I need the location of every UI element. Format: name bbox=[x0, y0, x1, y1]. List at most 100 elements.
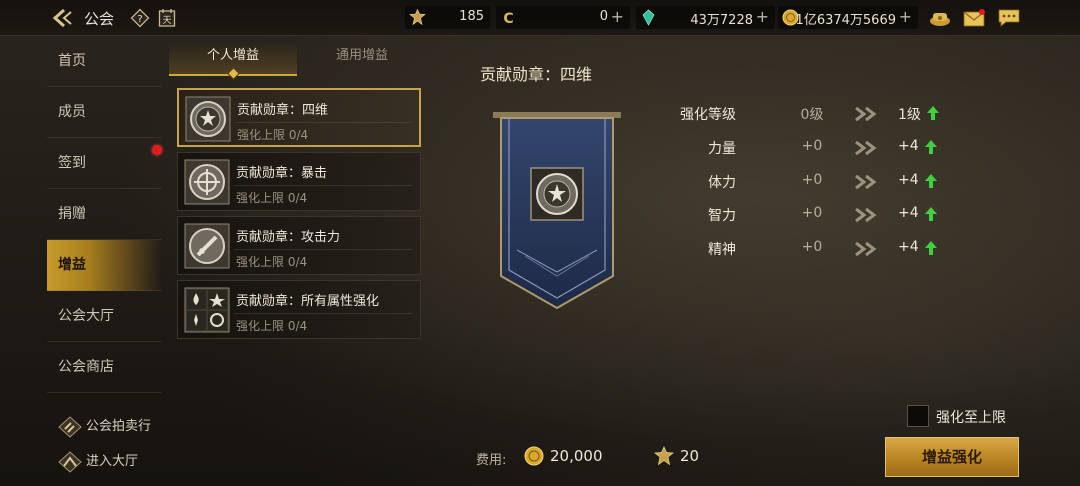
buff-limit: 强化上限 0/4 bbox=[236, 319, 308, 333]
buff-name: 贡献勋章：攻击力 bbox=[236, 230, 341, 245]
mail-badge bbox=[979, 9, 985, 15]
stat-row-vitality: 体力 +0 +4 bbox=[680, 170, 960, 194]
gold-coin-icon bbox=[524, 446, 544, 466]
auction-icon bbox=[58, 416, 82, 438]
up-arrow-icon bbox=[927, 106, 939, 120]
gold-resource: 1亿6374万5669 + bbox=[778, 6, 918, 29]
stat-row-intelligence: 智力 +0 +4 bbox=[680, 203, 960, 227]
sidebar-item-home[interactable]: 首页 bbox=[47, 36, 162, 87]
max-level-checkbox[interactable] bbox=[907, 405, 929, 427]
stat-row-spirit: 精神 +0 +4 bbox=[680, 237, 960, 261]
stat-next: +4 bbox=[898, 172, 919, 188]
stat-current: +0 bbox=[801, 172, 823, 188]
stat-next: +4 bbox=[898, 239, 919, 255]
tab-general-buff[interactable]: 通用增益 bbox=[298, 42, 426, 76]
svg-text:天: 天 bbox=[162, 16, 171, 26]
medal-icon bbox=[654, 446, 674, 466]
sidebar-item-buff[interactable]: 增益 bbox=[47, 240, 162, 291]
stat-next: +4 bbox=[898, 205, 919, 221]
page-title: 公会 bbox=[84, 10, 115, 28]
divider bbox=[234, 185, 412, 186]
buff-item-attack[interactable]: 贡献勋章：攻击力 强化上限 0/4 bbox=[177, 216, 421, 275]
double-chevron-icon bbox=[855, 140, 877, 156]
stat-label: 精神 bbox=[708, 242, 736, 258]
double-chevron-icon bbox=[855, 174, 877, 190]
sidebar-item-members[interactable]: 成员 bbox=[47, 87, 162, 138]
medal-resource: 185 bbox=[405, 6, 490, 29]
currency-c-resource: C 0 + bbox=[496, 6, 630, 29]
stat-current: +0 bbox=[801, 138, 823, 154]
svg-text:C: C bbox=[503, 11, 513, 26]
up-arrow-icon bbox=[925, 140, 937, 154]
stat-label: 强化等级 bbox=[680, 107, 736, 123]
enter-hall-icon bbox=[58, 451, 82, 473]
stat-current: 0级 bbox=[800, 107, 824, 123]
stat-next: 1级 bbox=[898, 107, 921, 123]
divider bbox=[235, 122, 411, 123]
stat-next: +4 bbox=[898, 138, 919, 154]
double-chevron-icon bbox=[855, 207, 877, 223]
four-stats-medal-icon bbox=[185, 96, 231, 142]
buff-limit: 强化上限 0/4 bbox=[236, 255, 308, 269]
buff-limit: 强化上限 0/4 bbox=[236, 191, 308, 205]
gem-count: 43万7228 bbox=[690, 13, 753, 28]
gold-count: 1亿6374万5669 bbox=[795, 13, 896, 28]
stat-label: 智力 bbox=[708, 208, 736, 224]
top-bar: 公会 ? 天 185 C 0 + 43万7228 + 1亿6374万5669 + bbox=[0, 0, 1080, 36]
stat-row-strength: 力量 +0 +4 bbox=[680, 136, 960, 160]
sidebar-item-guild-shop[interactable]: 公会商店 bbox=[47, 342, 162, 393]
guild-auction-label: 公会拍卖行 bbox=[86, 419, 152, 434]
buff-item-crit[interactable]: 贡献勋章：暴击 强化上限 0/4 bbox=[177, 152, 421, 211]
mail-icon[interactable] bbox=[962, 8, 986, 28]
gem-resource: 43万7228 + bbox=[636, 6, 775, 29]
sidebar-item-checkin[interactable]: 签到 bbox=[47, 138, 162, 189]
up-arrow-icon bbox=[925, 174, 937, 188]
checkin-notification-badge bbox=[152, 145, 162, 155]
cost-gold-amount: 20,000 bbox=[550, 447, 603, 465]
up-arrow-icon bbox=[925, 207, 937, 221]
guild-auction-button[interactable]: 公会拍卖行 bbox=[58, 416, 151, 438]
stat-label: 力量 bbox=[708, 141, 736, 157]
buff-item-all-elements[interactable]: 贡献勋章：所有属性强化 强化上限 0/4 bbox=[177, 280, 421, 339]
buff-item-four-stats[interactable]: 贡献勋章：四维 强化上限 0/4 bbox=[177, 88, 421, 147]
sidebar-item-donate[interactable]: 捐赠 bbox=[47, 189, 162, 240]
buff-name: 贡献勋章：四维 bbox=[237, 103, 329, 118]
stat-row-level: 强化等级 0级 1级 bbox=[680, 102, 960, 126]
double-chevron-icon bbox=[855, 241, 877, 257]
medal-count: 185 bbox=[459, 9, 484, 24]
divider bbox=[234, 249, 412, 250]
gem-icon bbox=[642, 9, 655, 26]
divider bbox=[234, 313, 412, 314]
calendar-icon[interactable]: 天 bbox=[158, 8, 176, 28]
add-gem-button[interactable]: + bbox=[756, 7, 769, 26]
treasure-chest-icon[interactable] bbox=[928, 8, 952, 28]
buff-banner bbox=[493, 112, 621, 310]
currency-c-count: 0 bbox=[599, 9, 608, 24]
chat-icon[interactable] bbox=[997, 8, 1021, 28]
double-chevron-icon bbox=[855, 106, 877, 122]
back-arrow-icon[interactable] bbox=[52, 8, 74, 28]
cost-label: 费用: bbox=[476, 453, 507, 468]
stat-current: +0 bbox=[801, 239, 823, 255]
sidebar-item-guild-hall[interactable]: 公会大厅 bbox=[47, 291, 162, 342]
add-gold-button[interactable]: + bbox=[899, 7, 912, 26]
stat-current: +0 bbox=[801, 205, 823, 221]
sidebar: 首页 成员 签到 捐赠 增益 公会大厅 公会商店 bbox=[47, 36, 162, 393]
cost-medal-amount: 20 bbox=[680, 447, 700, 465]
currency-c-icon: C bbox=[503, 11, 513, 26]
buff-name: 贡献勋章：暴击 bbox=[236, 166, 328, 181]
attack-medal-icon bbox=[184, 223, 230, 269]
detail-title: 贡献勋章：四维 bbox=[480, 65, 593, 84]
buff-enhance-button[interactable]: 增益强化 bbox=[885, 437, 1019, 477]
enter-hall-button[interactable]: 进入大厅 bbox=[58, 451, 138, 473]
max-level-label: 强化至上限 bbox=[936, 410, 1006, 426]
enter-hall-label: 进入大厅 bbox=[86, 454, 139, 469]
buff-limit: 强化上限 0/4 bbox=[237, 128, 309, 142]
svg-text:?: ? bbox=[137, 14, 142, 25]
help-icon[interactable]: ? bbox=[130, 8, 150, 28]
stat-label: 体力 bbox=[708, 175, 736, 191]
add-currency-c-button[interactable]: + bbox=[611, 7, 624, 26]
medal-icon bbox=[409, 9, 426, 26]
crit-medal-icon bbox=[184, 159, 230, 205]
four-stats-emblem-icon bbox=[530, 167, 584, 221]
